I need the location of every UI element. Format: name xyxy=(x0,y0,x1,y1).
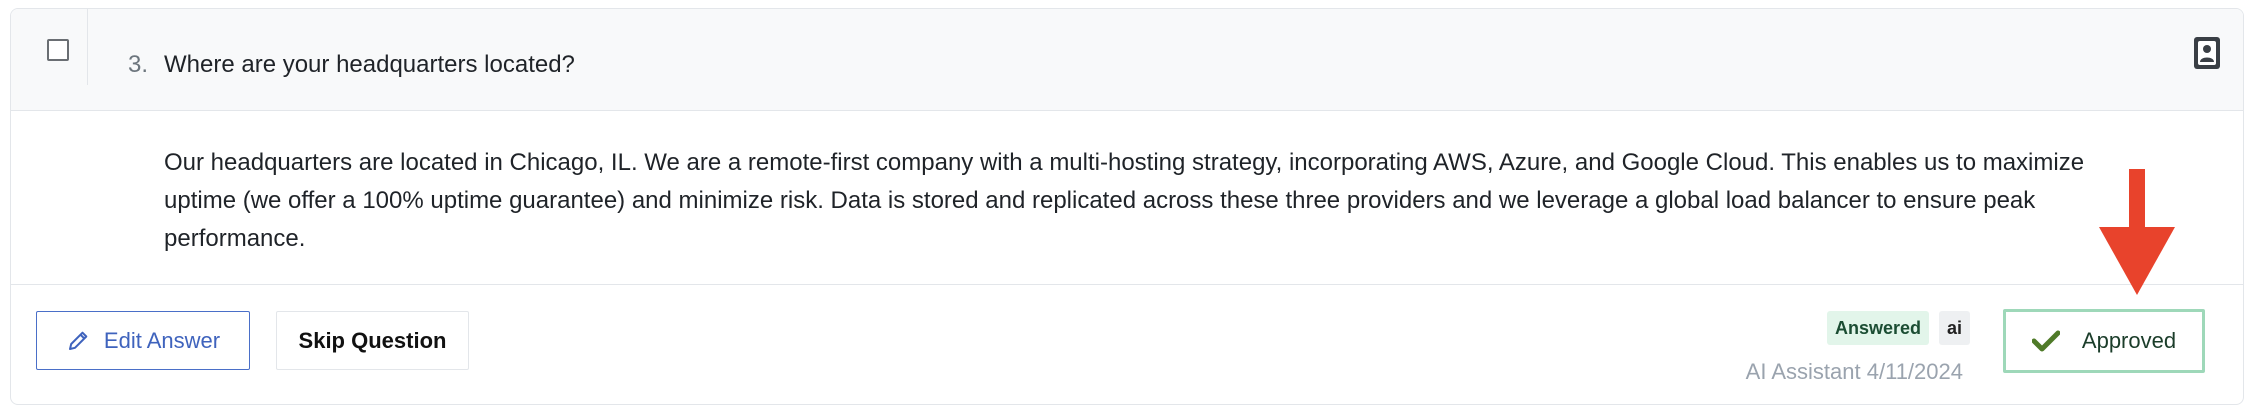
question-header: 3. Where are your headquarters located? xyxy=(11,9,2243,111)
edit-answer-button[interactable]: Edit Answer xyxy=(36,311,250,370)
question-text: Where are your headquarters located? xyxy=(164,51,575,78)
answered-status-badge: Answered xyxy=(1827,311,1930,345)
edit-answer-label: Edit Answer xyxy=(103,327,221,353)
select-question-checkbox[interactable] xyxy=(47,39,69,61)
pencil-icon xyxy=(68,331,88,350)
red-arrow-down-icon xyxy=(2099,169,2175,295)
checkmark-icon xyxy=(2031,330,2060,352)
ai-source-badge: ai xyxy=(1939,311,1971,345)
answer-meta: AI Assistant 4/11/2024 xyxy=(1727,359,1963,385)
answer-date: 4/11/2024 xyxy=(1866,359,1963,384)
contact-card-icon[interactable] xyxy=(2193,36,2221,70)
question-number: 3. xyxy=(128,51,149,78)
answer-text: Our headquarters are located in Chicago,… xyxy=(164,149,2085,252)
skip-question-button[interactable]: Skip Question xyxy=(276,311,469,370)
approved-label: Approved xyxy=(2081,328,2177,353)
answer-author: AI Assistant xyxy=(1745,359,1861,384)
approved-button[interactable]: Approved xyxy=(2003,309,2205,373)
question-card: 3. Where are your headquarters located? … xyxy=(10,8,2244,405)
checkbox-column xyxy=(11,9,88,85)
footer-divider xyxy=(11,284,2243,285)
skip-question-label: Skip Question xyxy=(298,327,447,353)
